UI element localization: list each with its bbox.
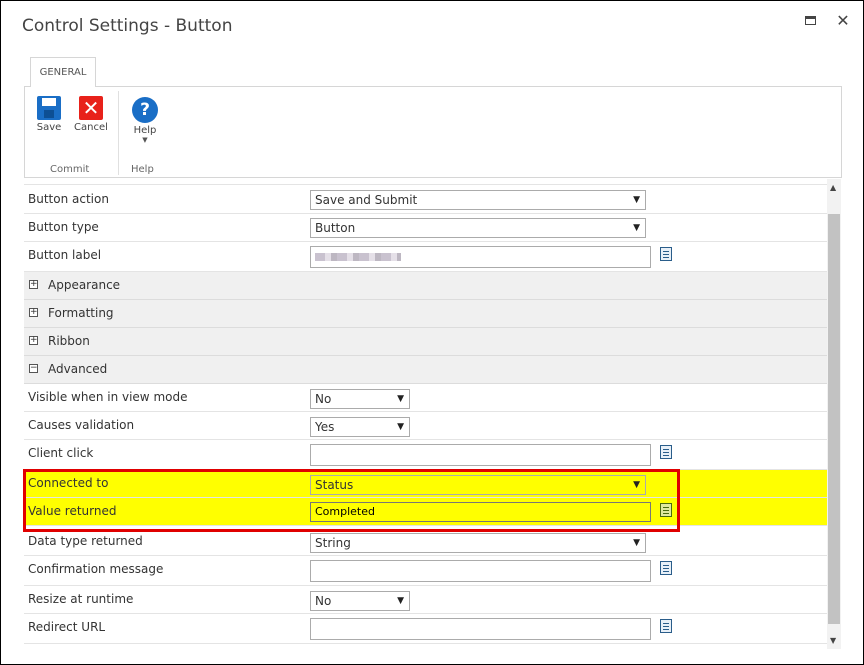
value-returned-value: Completed <box>315 505 375 518</box>
connected-to-label: Connected to <box>28 476 109 490</box>
row-causes-validation: Causes validation Yes ▼ <box>24 412 827 440</box>
data-type-returned-label: Data type returned <box>28 534 143 548</box>
blurred-value <box>315 253 401 261</box>
dialog-title: Control Settings - Button <box>22 16 233 36</box>
data-type-returned-select[interactable]: String ▼ <box>310 533 646 553</box>
cancel-button[interactable]: ✕ Cancel <box>73 96 109 133</box>
causes-validation-select[interactable]: Yes ▼ <box>310 417 410 437</box>
close-button[interactable]: ✕ <box>835 13 851 29</box>
dropdown-arrow-icon: ▼ <box>397 422 404 432</box>
button-action-select[interactable]: Save and Submit ▼ <box>310 190 646 210</box>
maximize-icon <box>805 16 816 25</box>
row-value-returned: Value returned Completed <box>24 498 827 526</box>
save-icon <box>37 96 61 120</box>
button-label-label: Button label <box>28 248 102 262</box>
dropdown-arrow-icon: ▼ <box>633 223 640 233</box>
tab-general[interactable]: GENERAL <box>30 57 96 87</box>
row-button-label: Button label <box>24 242 827 272</box>
ribbon-separator <box>118 91 119 175</box>
data-type-returned-value: String <box>315 536 351 550</box>
row-client-click: Client click <box>24 440 827 470</box>
resize-at-runtime-select[interactable]: No ▼ <box>310 591 410 611</box>
chevron-down-icon: ▼ <box>142 136 148 144</box>
row-confirmation-message: Confirmation message <box>24 556 827 586</box>
client-click-input[interactable] <box>310 444 651 466</box>
row-resize-at-runtime: Resize at runtime No ▼ <box>24 586 827 614</box>
connected-to-select[interactable]: Status ▼ <box>310 475 646 495</box>
dropdown-arrow-icon: ▼ <box>633 480 640 490</box>
scroll-up-icon[interactable]: ▲ <box>830 183 836 192</box>
section-ribbon-label: Ribbon <box>48 334 90 348</box>
value-returned-input[interactable]: Completed <box>310 502 651 522</box>
control-settings-dialog: Control Settings - Button ✕ GENERAL Save… <box>0 0 864 665</box>
vertical-scrollbar[interactable]: ▲ ▼ <box>827 179 841 649</box>
dropdown-arrow-icon: ▼ <box>397 596 404 606</box>
row-data-type-returned: Data type returned String ▼ <box>24 528 827 556</box>
expand-icon[interactable]: + <box>29 308 38 317</box>
row-button-type: Button type Button ▼ <box>24 214 827 242</box>
save-button[interactable]: Save <box>33 96 65 133</box>
row-connected-to: Connected to Status ▼ <box>24 470 827 498</box>
button-type-label: Button type <box>28 220 99 234</box>
visible-view-mode-select[interactable]: No ▼ <box>310 389 410 409</box>
button-label-input[interactable] <box>310 246 651 268</box>
button-type-value: Button <box>315 221 356 235</box>
causes-validation-value: Yes <box>315 420 335 434</box>
help-label: Help <box>133 125 157 136</box>
scroll-thumb[interactable] <box>828 214 840 624</box>
causes-validation-label: Causes validation <box>28 418 135 432</box>
expand-icon[interactable]: + <box>29 336 38 345</box>
section-formatting-label: Formatting <box>48 306 114 320</box>
section-formatting[interactable]: + Formatting <box>24 300 827 328</box>
visible-view-mode-value: No <box>315 392 332 406</box>
confirmation-message-label: Confirmation message <box>28 562 164 576</box>
help-button[interactable]: ? Help ▼ <box>129 97 161 144</box>
connected-to-value: Status <box>315 478 354 492</box>
row-redirect-url: Redirect URL <box>24 614 827 644</box>
row-button-action: Button action Save and Submit ▼ <box>24 186 827 214</box>
help-icon: ? <box>132 97 158 123</box>
cancel-icon: ✕ <box>79 96 103 120</box>
collapse-icon[interactable]: − <box>29 364 38 373</box>
maximize-button[interactable] <box>803 13 819 29</box>
row-visible-view-mode: Visible when in view mode No ▼ <box>24 384 827 412</box>
section-advanced-label: Advanced <box>48 362 108 376</box>
document-icon[interactable] <box>660 247 672 261</box>
dropdown-arrow-icon: ▼ <box>633 538 640 548</box>
button-action-label: Button action <box>28 192 109 206</box>
document-icon[interactable] <box>660 619 672 633</box>
scroll-down-icon[interactable]: ▼ <box>830 636 836 645</box>
document-icon[interactable] <box>660 445 672 459</box>
section-appearance-label: Appearance <box>48 278 121 292</box>
save-label: Save <box>36 122 62 133</box>
prev-row <box>24 179 827 185</box>
group-commit-label: Commit <box>50 164 90 175</box>
resize-at-runtime-value: No <box>315 594 332 608</box>
expand-icon[interactable]: + <box>29 280 38 289</box>
redirect-url-input[interactable] <box>310 618 651 640</box>
section-ribbon[interactable]: + Ribbon <box>24 328 827 356</box>
group-help-label: Help <box>131 164 154 175</box>
client-click-label: Client click <box>28 446 94 460</box>
properties-panel: Button action Save and Submit ▼ Button ty… <box>24 179 827 649</box>
value-returned-label: Value returned <box>28 504 117 518</box>
close-icon: ✕ <box>836 11 850 30</box>
dropdown-arrow-icon: ▼ <box>397 394 404 404</box>
dropdown-arrow-icon: ▼ <box>633 195 640 205</box>
section-advanced[interactable]: − Advanced <box>24 356 827 384</box>
button-type-select[interactable]: Button ▼ <box>310 218 646 238</box>
visible-view-mode-label: Visible when in view mode <box>28 390 188 404</box>
section-appearance[interactable]: + Appearance <box>24 272 827 300</box>
resize-at-runtime-label: Resize at runtime <box>28 592 134 606</box>
cancel-label: Cancel <box>74 122 108 133</box>
document-icon[interactable] <box>660 561 672 575</box>
redirect-url-label: Redirect URL <box>28 620 106 634</box>
button-action-value: Save and Submit <box>315 193 418 207</box>
document-icon[interactable] <box>660 503 672 517</box>
confirmation-message-input[interactable] <box>310 560 651 582</box>
ribbon: Save ✕ Cancel ? Help ▼ Commit Help <box>24 86 842 178</box>
